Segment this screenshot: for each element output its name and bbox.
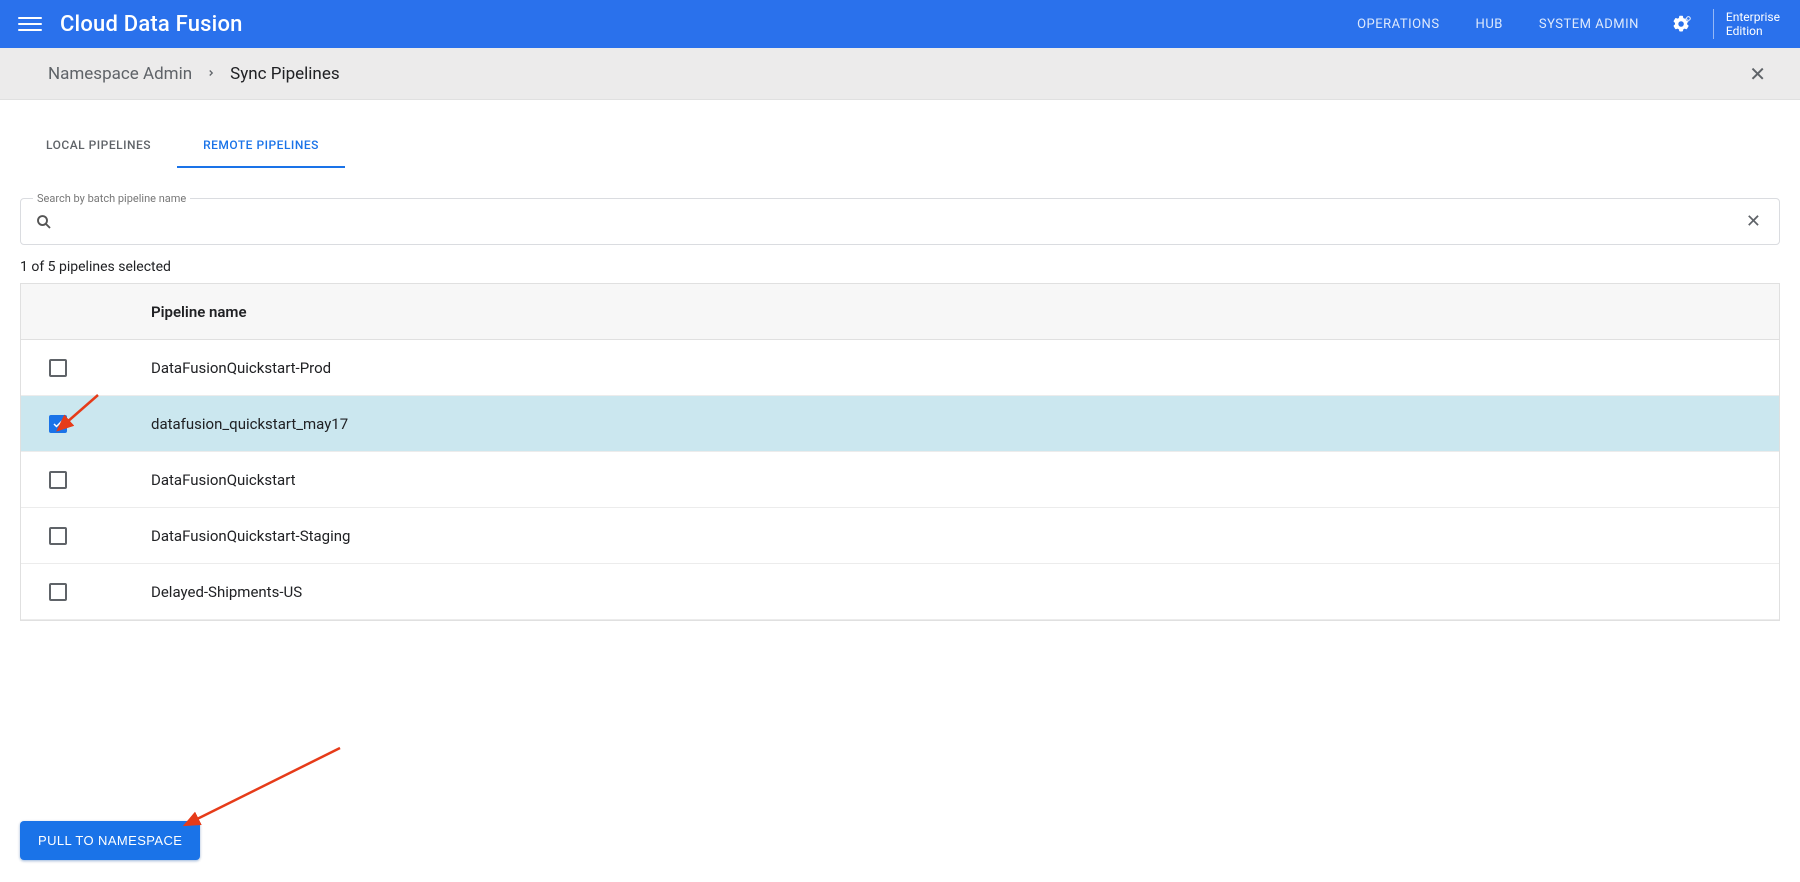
- pipeline-name: Delayed-Shipments-US: [131, 583, 302, 601]
- tab-local-pipelines[interactable]: LOCAL PIPELINES: [20, 124, 177, 168]
- search-legend: Search by batch pipeline name: [33, 192, 190, 205]
- pipelines-table: Pipeline name DataFusionQuickstart-Prod …: [20, 283, 1780, 621]
- appbar-nav: OPERATIONS HUB SYSTEM ADMIN Enterprise E…: [1339, 0, 1792, 48]
- column-header-name: Pipeline name: [131, 303, 247, 321]
- pipeline-name: DataFusionQuickstart-Staging: [131, 527, 350, 545]
- breadcrumb-root[interactable]: Namespace Admin: [48, 64, 192, 84]
- pull-to-namespace-button[interactable]: PULL TO NAMESPACE: [20, 821, 200, 860]
- brand-title: Cloud Data Fusion: [60, 12, 243, 37]
- nav-operations[interactable]: OPERATIONS: [1339, 0, 1457, 48]
- pipeline-name: datafusion_quickstart_may17: [131, 415, 348, 433]
- tab-remote-pipelines[interactable]: REMOTE PIPELINES: [177, 124, 345, 168]
- nav-system-admin[interactable]: SYSTEM ADMIN: [1521, 0, 1657, 48]
- divider: [1713, 9, 1714, 39]
- row-checkbox[interactable]: [49, 583, 67, 601]
- edition-line2: Edition: [1726, 24, 1780, 38]
- pipeline-name: DataFusionQuickstart-Prod: [131, 359, 331, 377]
- table-row[interactable]: Delayed-Shipments-US: [21, 564, 1779, 620]
- pipeline-name: DataFusionQuickstart: [131, 471, 296, 489]
- row-checkbox[interactable]: [49, 415, 67, 433]
- nav-hub[interactable]: HUB: [1458, 0, 1521, 48]
- tabs: LOCAL PIPELINES REMOTE PIPELINES: [0, 124, 1800, 168]
- search-input[interactable]: [63, 214, 1738, 230]
- table-row[interactable]: datafusion_quickstart_may17: [21, 396, 1779, 452]
- breadcrumb-bar: Namespace Admin Sync Pipelines ✕: [0, 48, 1800, 100]
- row-checkbox[interactable]: [49, 471, 67, 489]
- selection-count: 1 of 5 pipelines selected: [20, 259, 1800, 275]
- hamburger-menu-icon[interactable]: [18, 12, 42, 36]
- chevron-right-icon: [206, 66, 216, 82]
- settings-gears-icon[interactable]: [1657, 0, 1707, 48]
- edition-line1: Enterprise: [1726, 10, 1780, 24]
- table-row[interactable]: DataFusionQuickstart-Prod: [21, 340, 1779, 396]
- table-row[interactable]: DataFusionQuickstart: [21, 452, 1779, 508]
- search-fieldset: Search by batch pipeline name ✕: [20, 192, 1780, 245]
- close-icon[interactable]: ✕: [1743, 56, 1772, 92]
- clear-search-icon[interactable]: ✕: [1738, 209, 1769, 234]
- table-row[interactable]: DataFusionQuickstart-Staging: [21, 508, 1779, 564]
- edition-label: Enterprise Edition: [1720, 10, 1792, 39]
- row-checkbox[interactable]: [49, 527, 67, 545]
- search-icon: [35, 213, 53, 231]
- table-header: Pipeline name: [21, 284, 1779, 340]
- breadcrumb-current: Sync Pipelines: [230, 64, 340, 84]
- row-checkbox[interactable]: [49, 359, 67, 377]
- app-bar: Cloud Data Fusion OPERATIONS HUB SYSTEM …: [0, 0, 1800, 48]
